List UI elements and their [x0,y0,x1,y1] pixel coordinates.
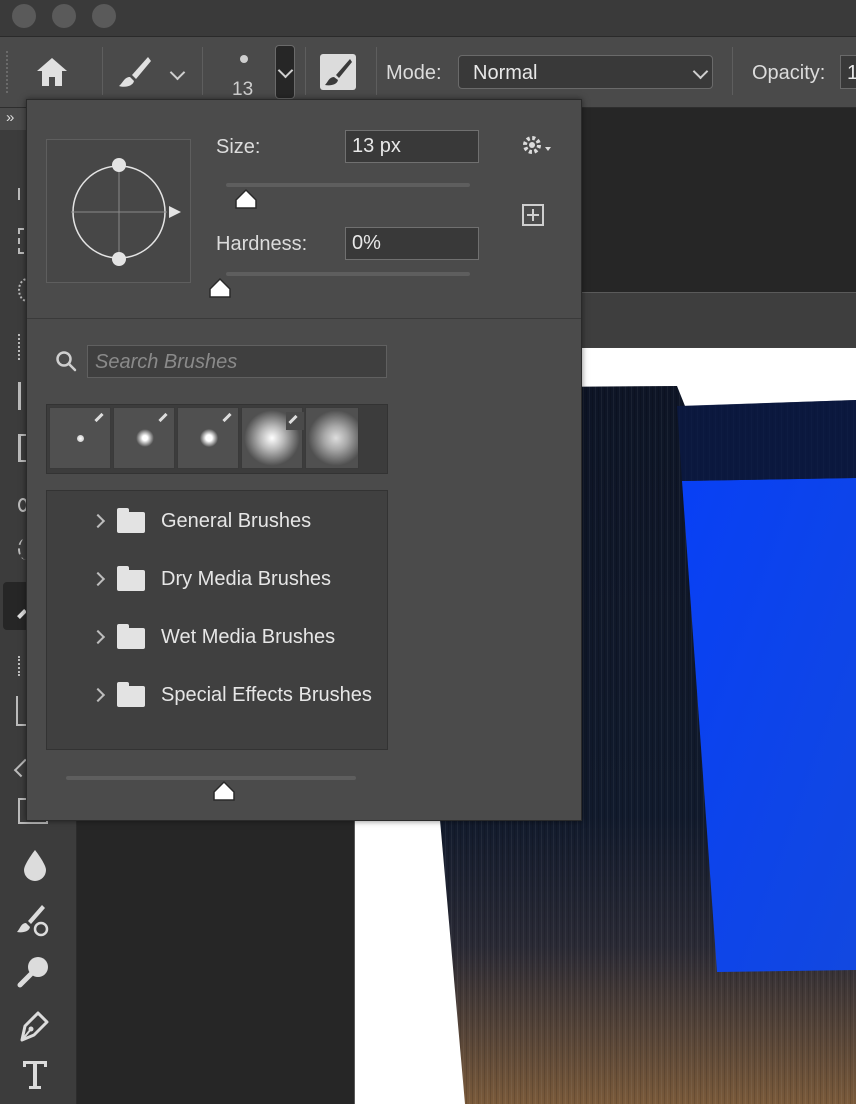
folder-label: Dry Media Brushes [161,568,332,590]
zoom-window-button[interactable] [92,4,116,28]
mode-value: Normal [473,62,538,84]
gear-icon[interactable] [521,134,555,158]
folder-label: Wet Media Brushes [161,626,336,648]
divider [27,318,581,319]
folder-general-brushes[interactable]: General Brushes [75,492,381,550]
zoom-tool-icon[interactable] [16,954,52,990]
double-chevron-icon: » [6,109,15,126]
hardness-field[interactable]: 0% [345,227,479,260]
chevron-right-icon [90,513,106,529]
quick-select-tool-icon[interactable] [18,334,24,360]
brush-preset-picker-panel: Size: 13 px Hardness: 0% Search Brushes [26,99,582,821]
opacity-label: Opacity: [752,62,826,84]
search-brushes-input[interactable]: Search Brushes [87,345,387,378]
size-slider-track[interactable] [226,183,470,187]
recent-brush-3[interactable] [177,407,239,469]
size-slider-thumb[interactable] [234,188,258,212]
color-replace-icon[interactable] [16,902,54,938]
chevron-right-icon [90,629,106,645]
type-tool-icon[interactable] [20,1058,54,1092]
hardness-label: Hardness: [216,233,308,255]
chevron-right-icon [90,687,106,703]
opacity-field[interactable]: 1 [840,55,856,89]
brush-size-readout: 13 [232,79,254,100]
close-window-button[interactable] [12,4,36,28]
recent-brush-2[interactable] [113,407,175,469]
size-label: Size: [216,136,261,158]
frame-tool-icon[interactable] [18,434,26,462]
folder-icon [117,624,145,649]
new-preset-icon[interactable] [522,204,544,226]
hardness-slider-track[interactable] [226,272,470,276]
brush-preset-icon[interactable] [240,55,248,63]
minimize-window-button[interactable] [52,4,76,28]
mode-label: Mode: [386,62,442,84]
search-placeholder: Search Brushes [95,351,238,373]
hardness-slider-thumb[interactable] [208,277,232,301]
recent-brush-1[interactable] [49,407,111,469]
folder-label: General Brushes [161,510,312,532]
chevron-down-icon [692,63,709,80]
search-icon [55,350,77,372]
brush-settings-panel-toggle-icon[interactable] [320,54,356,90]
folder-wet-media-brushes[interactable]: Wet Media Brushes [75,608,381,666]
recent-brush-5[interactable] [305,407,359,469]
tool-preset-chevron-icon[interactable] [169,64,186,81]
folder-label: Special Effects Brushes [161,684,372,706]
thumbnail-size-slider-thumb[interactable] [212,780,236,804]
options-bar: 13 Mode: Normal Opacity: 1 [0,37,856,108]
opacity-value: 1 [847,62,856,85]
folder-special-effects-brushes[interactable]: Special Effects Brushes [75,666,381,724]
pen-tool-icon[interactable] [16,1006,54,1044]
brush-preset-picker-button[interactable] [275,45,295,99]
folder-icon [117,682,145,707]
app-titlebar [0,0,856,37]
chevron-right-icon [90,571,106,587]
folder-dry-media-brushes[interactable]: Dry Media Brushes [75,550,381,608]
blur-tool-icon[interactable] [20,846,50,882]
brush-angle-preview[interactable] [46,139,191,283]
mode-dropdown[interactable]: Normal [458,55,713,89]
thumbnail-size-slider-track[interactable] [66,776,356,780]
recent-brush-4[interactable] [241,407,304,469]
folder-icon [117,566,145,591]
folder-icon [117,508,145,533]
home-icon[interactable] [34,55,70,89]
brush-tool-icon[interactable] [114,53,154,93]
options-bar-grip[interactable] [6,51,14,93]
size-field[interactable]: 13 px [345,130,479,163]
